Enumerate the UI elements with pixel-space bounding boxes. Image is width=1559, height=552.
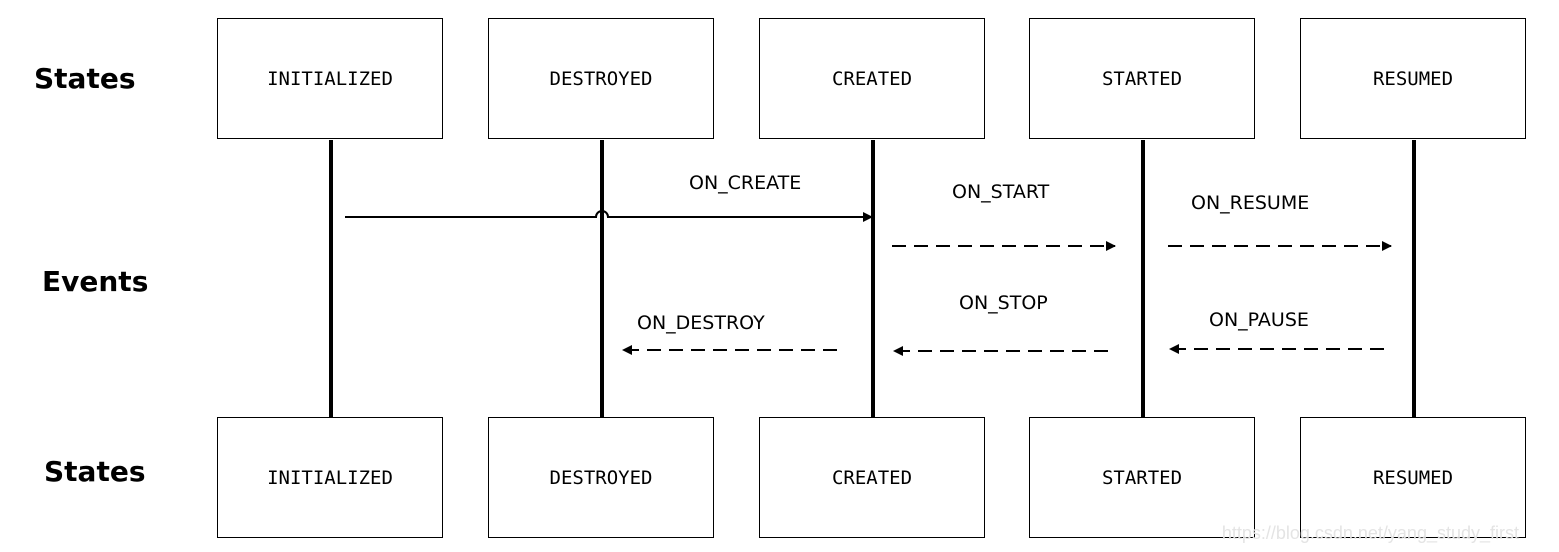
state-box-top-initialized: INITIALIZED [217,18,443,139]
arrow-on-create [345,210,873,222]
state-label: INITIALIZED [267,466,393,489]
state-label: RESUMED [1372,466,1454,489]
state-box-bottom-destroyed: DESTROYED [488,417,714,538]
event-label-on-destroy: ON_DESTROY [637,312,765,334]
state-box-top-started: STARTED [1029,18,1255,139]
event-label-on-start: ON_START [952,181,1050,203]
event-label-on-create: ON_CREATE [689,172,802,194]
state-label: STARTED [1101,67,1183,90]
state-box-top-destroyed: DESTROYED [488,18,714,139]
state-label: DESTROYED [549,466,653,489]
state-box-bottom-created: CREATED [759,417,985,538]
state-box-bottom-started: STARTED [1029,417,1255,538]
state-box-top-resumed: RESUMED [1300,18,1526,139]
state-label: DESTROYED [549,67,653,90]
state-box-top-created: CREATED [759,18,985,139]
state-box-bottom-resumed: RESUMED [1300,417,1526,538]
state-label: CREATED [831,466,913,489]
event-label-on-pause: ON_PAUSE [1209,309,1309,331]
event-label-on-resume: ON_RESUME [1191,192,1310,214]
state-label: CREATED [831,67,913,90]
state-label: STARTED [1101,466,1183,489]
state-label: RESUMED [1372,67,1454,90]
state-label: INITIALIZED [267,67,393,90]
state-box-bottom-initialized: INITIALIZED [217,417,443,538]
event-label-on-stop: ON_STOP [959,292,1048,314]
watermark: https://blog.csdn.net/yang_study_first [1221,523,1519,543]
